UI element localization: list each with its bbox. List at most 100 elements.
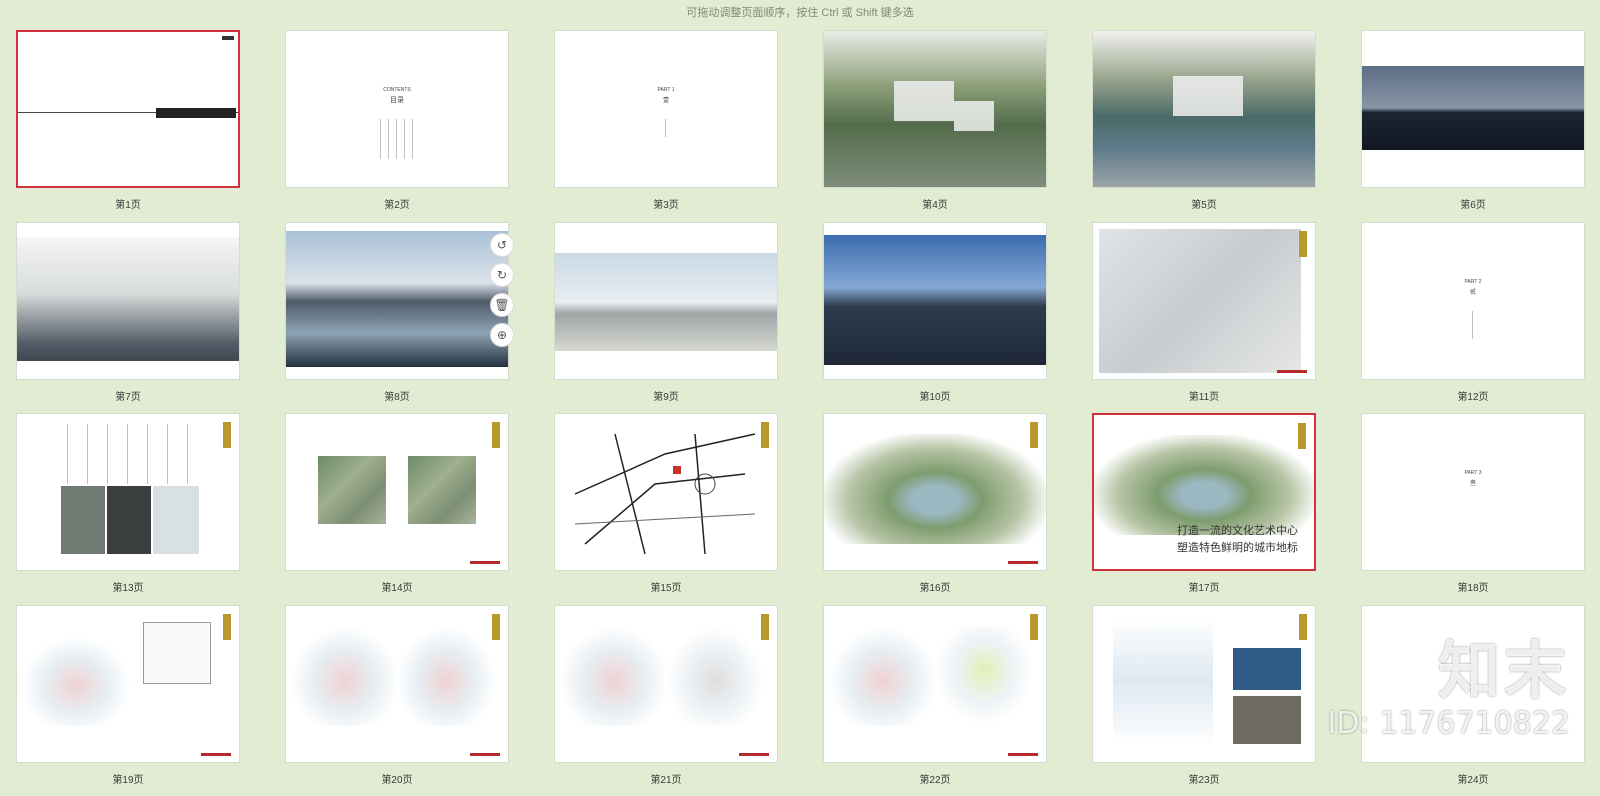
page-card[interactable]: 第5页 <box>1092 30 1316 222</box>
page-card[interactable]: 第9页 <box>554 222 778 414</box>
headline-line-1: 打造一流的文化艺术中心 <box>1177 522 1298 540</box>
photo <box>107 486 151 554</box>
page-thumbnail[interactable] <box>823 30 1047 188</box>
headline-line-2: 塑造特色鲜明的城市地标 <box>1177 539 1298 557</box>
drag-hint: 可拖动调整页面顺序，按住 Ctrl 或 Shift 键多选 <box>0 4 1600 20</box>
part-title-cn: 贰 <box>1362 287 1584 296</box>
page-thumbnail[interactable]: CONTENTS 目录 <box>285 30 509 188</box>
page-label: 第21页 <box>554 771 778 786</box>
page-card[interactable]: 第4页 <box>823 30 1047 222</box>
night-render-image <box>1362 66 1584 150</box>
page-thumbnail[interactable] <box>16 605 240 763</box>
section-tab <box>223 422 231 448</box>
page-thumbnail[interactable] <box>16 30 240 188</box>
contents-title: CONTENTS <box>286 87 508 93</box>
page-card[interactable]: 第15页 <box>554 413 778 605</box>
page-label: 第5页 <box>1092 196 1316 211</box>
page-label: 第4页 <box>823 196 1047 211</box>
logo-stamp <box>1008 561 1038 564</box>
page-thumbnail[interactable] <box>285 222 509 380</box>
page-label: 第2页 <box>285 196 509 211</box>
page-card[interactable]: 第13页 <box>16 413 240 605</box>
page-thumbnail[interactable] <box>1361 30 1585 188</box>
page-card[interactable]: 第19页 <box>16 605 240 796</box>
zoom-in-icon[interactable]: ⊕ <box>490 323 514 347</box>
contents-column <box>396 119 397 159</box>
data-table <box>143 622 211 684</box>
page-card[interactable]: 第6页 <box>1361 30 1585 222</box>
page-thumbnail[interactable] <box>554 605 778 763</box>
page-card[interactable]: PART 3 叁 第18页 <box>1361 413 1585 605</box>
page-label: 第16页 <box>823 579 1047 594</box>
waterfront-render-image <box>17 237 239 361</box>
part-title-cn: 叁 <box>1362 478 1584 487</box>
contents-column <box>380 119 381 159</box>
watermark: 知末 ID: 1176710822 <box>1328 640 1570 741</box>
watermark-logo: 知末 <box>1328 640 1570 702</box>
logo-stamp <box>470 753 500 756</box>
masterplan-render-image <box>1094 435 1314 535</box>
page-card[interactable]: PART 2 贰 第12页 <box>1361 222 1585 414</box>
page-thumbnail[interactable] <box>823 605 1047 763</box>
page-card[interactable]: 第16页 <box>823 413 1047 605</box>
page-thumbnail[interactable] <box>16 413 240 571</box>
page-card[interactable]: PART 1 壹 第3页 <box>554 30 778 222</box>
rotate-left-icon[interactable]: ↺ <box>490 233 514 257</box>
page-label: 第9页 <box>554 388 778 403</box>
page-thumbnail[interactable]: 打造一流的文化艺术中心 塑造特色鲜明的城市地标 <box>1092 413 1316 571</box>
part-title: PART 1 <box>555 87 777 93</box>
page-thumbnail[interactable] <box>554 413 778 571</box>
page-card[interactable]: 第14页 <box>285 413 509 605</box>
section-tab <box>1030 422 1038 448</box>
logo-stamp <box>1277 370 1307 373</box>
logo-stamp <box>739 753 769 756</box>
section-tab <box>1030 614 1038 640</box>
page-thumbnail[interactable] <box>285 413 509 571</box>
section-tab <box>1299 231 1307 257</box>
page-label: 第24页 <box>1361 771 1585 786</box>
contents-column <box>388 119 389 159</box>
headline-text: 打造一流的文化艺术中心 塑造特色鲜明的城市地标 <box>1177 522 1298 557</box>
page-card[interactable]: 第22页 <box>823 605 1047 796</box>
page-card[interactable]: 第23页 <box>1092 605 1316 796</box>
page-thumbnail[interactable] <box>1092 222 1316 380</box>
street-render-image <box>555 253 777 351</box>
contents-column <box>412 119 413 159</box>
page-card[interactable]: 打造一流的文化艺术中心 塑造特色鲜明的城市地标 第17页 <box>1092 413 1316 605</box>
page-card[interactable]: 第21页 <box>554 605 778 796</box>
page-thumbnail[interactable] <box>285 605 509 763</box>
page-thumbnail[interactable] <box>554 222 778 380</box>
page-card[interactable]: 第11页 <box>1092 222 1316 414</box>
analysis-diagram <box>934 626 1034 726</box>
page-thumbnail[interactable] <box>16 222 240 380</box>
page-card[interactable]: CONTENTS 目录 第2页 <box>285 30 509 222</box>
section-tab <box>1299 614 1307 640</box>
logo-stamp <box>201 753 231 756</box>
page-card[interactable]: 第20页 <box>285 605 509 796</box>
page-thumbnail[interactable]: PART 2 贰 <box>1361 222 1585 380</box>
page-thumbnail[interactable]: PART 1 壹 <box>554 30 778 188</box>
road-network-map <box>555 414 777 570</box>
page-label: 第15页 <box>554 579 778 594</box>
section-tab <box>761 614 769 640</box>
exploded-axon-diagram <box>1113 616 1213 746</box>
page-card[interactable]: 第7页 <box>16 222 240 414</box>
delete-icon[interactable]: 🗑 <box>490 293 514 317</box>
page-tools: ↺ ↻ 🗑 ⊕ <box>490 233 514 347</box>
building-mass <box>1173 76 1243 116</box>
page-card[interactable]: 第8页 <box>285 222 509 414</box>
satellite-image <box>408 456 476 524</box>
page-label: 第23页 <box>1092 771 1316 786</box>
watermark-id: ID: 1176710822 <box>1328 706 1570 741</box>
page-card[interactable]: 第10页 <box>823 222 1047 414</box>
rotate-right-icon[interactable]: ↻ <box>490 263 514 287</box>
page-thumbnail[interactable]: PART 3 叁 <box>1361 413 1585 571</box>
page-card[interactable]: 第1页 <box>16 30 240 222</box>
page-thumbnail[interactable] <box>1092 605 1316 763</box>
page-label: 第19页 <box>16 771 240 786</box>
page-thumbnail[interactable] <box>1092 30 1316 188</box>
render-photo <box>1233 696 1301 744</box>
site-diagram <box>21 636 131 726</box>
page-thumbnail[interactable] <box>823 222 1047 380</box>
page-thumbnail[interactable] <box>823 413 1047 571</box>
